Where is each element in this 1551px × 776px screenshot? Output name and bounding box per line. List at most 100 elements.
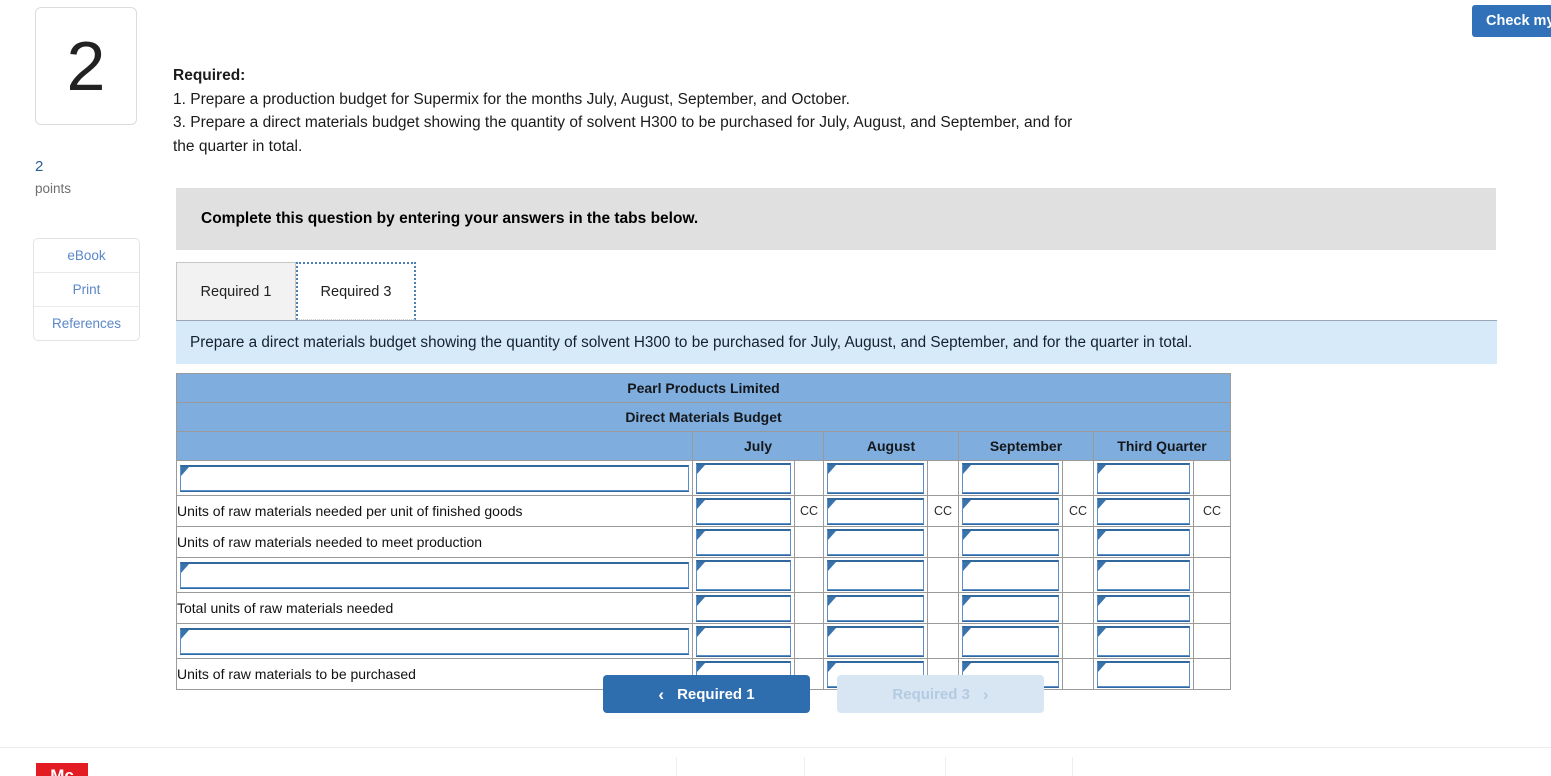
ebook-button[interactable]: eBook [34, 239, 139, 273]
complete-question-banner: Complete this question by entering your … [176, 188, 1496, 250]
row-2-july-cell [692, 495, 795, 527]
col-header-july: July [692, 431, 824, 461]
footer-divider-4 [1072, 757, 1073, 776]
table-title-row-1: Pearl Products Limited [176, 373, 1231, 403]
row-6-july-input[interactable] [696, 626, 791, 656]
row-4-quarter-input[interactable] [1097, 560, 1190, 590]
row-3-july-input[interactable] [696, 529, 791, 555]
print-button[interactable]: Print [34, 273, 139, 307]
previous-required-1-label: Required 1 [677, 685, 755, 703]
tab-instruction-text: Prepare a direct materials budget showin… [190, 333, 1193, 351]
row-1-quarter-unit [1193, 460, 1231, 496]
row-1-september-cell [958, 460, 1063, 496]
table-title-row-2: Direct Materials Budget [176, 402, 1231, 432]
row-7-september-unit [1062, 658, 1094, 690]
row-6-label-input[interactable] [180, 628, 689, 654]
row-1-quarter-cell [1093, 460, 1194, 496]
row-4-september-cell [958, 557, 1063, 593]
row-1-september-input[interactable] [962, 463, 1059, 493]
row-2-august-cell [823, 495, 928, 527]
company-name-cell: Pearl Products Limited [176, 373, 1231, 403]
table-column-header-row: July August September Third Quarter [176, 431, 1231, 461]
row-1-july-input[interactable] [696, 463, 791, 493]
row-7-quarter-cell [1093, 658, 1194, 690]
row-1-label-cell [176, 460, 693, 496]
row-3-september-cell [958, 526, 1063, 558]
row-6-august-unit [927, 623, 959, 659]
row-3-quarter-unit [1193, 526, 1231, 558]
row-2-september-cell [958, 495, 1063, 527]
tab-required-1[interactable]: Required 1 [176, 262, 296, 320]
row-4-august-input[interactable] [827, 560, 924, 590]
row-1-label-input[interactable] [180, 465, 689, 491]
row-1-july-cell [692, 460, 795, 496]
complete-question-banner-text: Complete this question by entering your … [201, 210, 699, 227]
row-7-quarter-input[interactable] [1097, 661, 1190, 687]
row-6-august-cell [823, 623, 928, 659]
page-root: Check my work 2 2 points eBook Print Ref… [0, 0, 1551, 776]
row-3-september-input[interactable] [962, 529, 1059, 555]
row-3-label: Units of raw materials needed to meet pr… [176, 526, 693, 558]
row-3-september-unit [1062, 526, 1094, 558]
row-1-august-input[interactable] [827, 463, 924, 493]
row-3-quarter-cell [1093, 526, 1194, 558]
tab-required-3[interactable]: Required 3 [296, 262, 416, 320]
row-6-september-unit [1062, 623, 1094, 659]
direct-materials-budget-table: Pearl Products Limited Direct Materials … [176, 373, 1231, 690]
row-3-july-cell [692, 526, 795, 558]
next-required-3-label: Required 3 [892, 685, 970, 703]
row-2-september-input[interactable] [962, 498, 1059, 524]
required-heading: Required: [173, 67, 246, 84]
row-6-quarter-cell [1093, 623, 1194, 659]
row-5-july-unit [794, 592, 824, 624]
tab-instruction-strip: Prepare a direct materials budget showin… [176, 320, 1497, 364]
row-5-july-input[interactable] [696, 595, 791, 621]
previous-required-1-button[interactable]: ‹ Required 1 [603, 675, 810, 713]
table-row [176, 460, 1231, 496]
next-required-3-button[interactable]: Required 3 › [837, 675, 1044, 713]
row-4-august-cell [823, 557, 928, 593]
row-3-quarter-input[interactable] [1097, 529, 1190, 555]
row-2-quarter-input[interactable] [1097, 498, 1190, 524]
row-4-september-input[interactable] [962, 560, 1059, 590]
row-4-quarter-cell [1093, 557, 1194, 593]
row-2-august-unit: CC [927, 495, 959, 527]
row-1-july-unit [794, 460, 824, 496]
references-button[interactable]: References [34, 307, 139, 340]
tab-navigation: ‹ Required 1 Required 3 › [603, 675, 1044, 713]
row-5-august-input[interactable] [827, 595, 924, 621]
row-6-quarter-input[interactable] [1097, 626, 1190, 656]
row-4-july-input[interactable] [696, 560, 791, 590]
question-number-box: 2 [35, 7, 137, 125]
footer-divider-2 [804, 757, 805, 776]
row-6-july-cell [692, 623, 795, 659]
row-5-august-unit [927, 592, 959, 624]
check-my-work-button[interactable]: Check my work [1472, 5, 1551, 37]
row-3-july-unit [794, 526, 824, 558]
required-item-3-cont: the quarter in total. [173, 137, 303, 155]
row-6-july-unit [794, 623, 824, 659]
row-5-august-cell [823, 592, 928, 624]
row-2-september-unit: CC [1062, 495, 1094, 527]
direct-materials-budget-table-wrapper: Pearl Products Limited Direct Materials … [176, 373, 1231, 690]
row-3-august-input[interactable] [827, 529, 924, 555]
row-4-august-unit [927, 557, 959, 593]
row-4-label-input[interactable] [180, 562, 689, 588]
chevron-right-icon: › [982, 684, 989, 704]
row-6-august-input[interactable] [827, 626, 924, 656]
table-row [176, 557, 1231, 593]
row-4-july-unit [794, 557, 824, 593]
row-5-july-cell [692, 592, 795, 624]
row-5-quarter-unit [1193, 592, 1231, 624]
row-5-quarter-input[interactable] [1097, 595, 1190, 621]
row-3-august-cell [823, 526, 928, 558]
col-header-september: September [958, 431, 1094, 461]
footer-divider-1 [676, 757, 677, 776]
row-1-quarter-input[interactable] [1097, 463, 1190, 493]
question-number: 2 [66, 27, 106, 105]
row-2-july-input[interactable] [696, 498, 791, 524]
row-2-august-input[interactable] [827, 498, 924, 524]
row-5-september-input[interactable] [962, 595, 1059, 621]
required-item-3: 3. Prepare a direct materials budget sho… [173, 114, 1073, 131]
row-6-september-input[interactable] [962, 626, 1059, 656]
